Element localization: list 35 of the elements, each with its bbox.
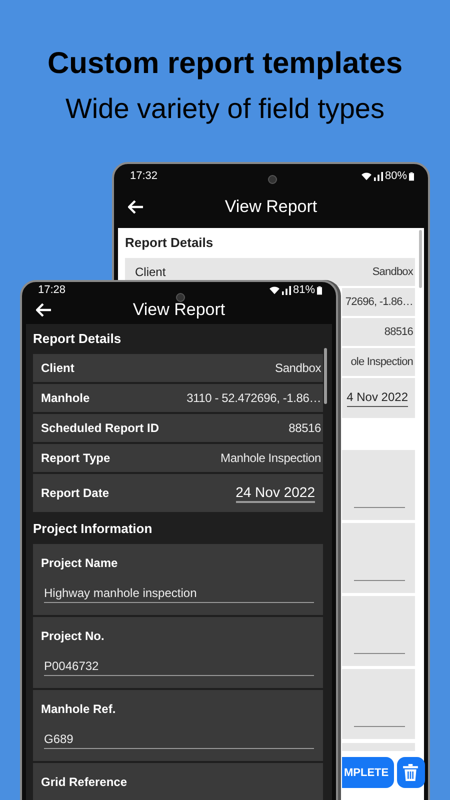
status-time: 17:28 <box>38 284 66 296</box>
row-label: Client <box>135 265 166 279</box>
subheadline: Wide variety of field types <box>65 93 385 125</box>
row-value: 72696, -1.86… <box>345 296 413 308</box>
row-value: 88516 <box>288 421 321 435</box>
field-label: Grid Reference <box>41 775 128 789</box>
row-label: Client <box>41 361 74 375</box>
section-title: Project Information <box>33 520 154 538</box>
input-field[interactable]: P0046732 <box>44 659 314 676</box>
row-label: Report Type <box>41 451 110 465</box>
row-value: ole Inspection <box>350 356 413 368</box>
row-label: Report Date <box>41 486 110 500</box>
field-label: Project No. <box>41 629 104 643</box>
date-field[interactable]: 24 Nov 2022 <box>236 484 315 502</box>
status-time: 17:32 <box>130 170 158 182</box>
row-value: Sandbox <box>372 266 413 278</box>
section-title: Report Details <box>33 330 122 348</box>
row-value: Sandbox <box>275 361 321 375</box>
battery-percent: 81% <box>292 284 315 296</box>
row-label: Manhole <box>41 391 90 405</box>
row-value: 88516 <box>384 326 413 338</box>
headline: Custom report templates <box>47 47 403 81</box>
input-field[interactable]: G689 <box>44 732 314 749</box>
row-label: Scheduled Report ID <box>41 421 160 435</box>
battery-percent: 80% <box>384 170 407 182</box>
row-value: 3110 - 52.472696, -1.86… <box>186 391 321 405</box>
date-field[interactable]: 4 Nov 2022 <box>346 390 408 406</box>
input-field[interactable]: Highway manhole inspection <box>44 586 314 603</box>
complete-button[interactable]: MPLETE <box>342 757 394 788</box>
screen-title: View Report <box>132 300 226 320</box>
screen-title: View Report <box>224 197 318 217</box>
field-label: Project Name <box>41 556 118 570</box>
section-title: Report Details <box>125 234 214 252</box>
row-value: Manhole Inspection <box>220 451 321 465</box>
field-label: Manhole Ref. <box>41 702 116 716</box>
